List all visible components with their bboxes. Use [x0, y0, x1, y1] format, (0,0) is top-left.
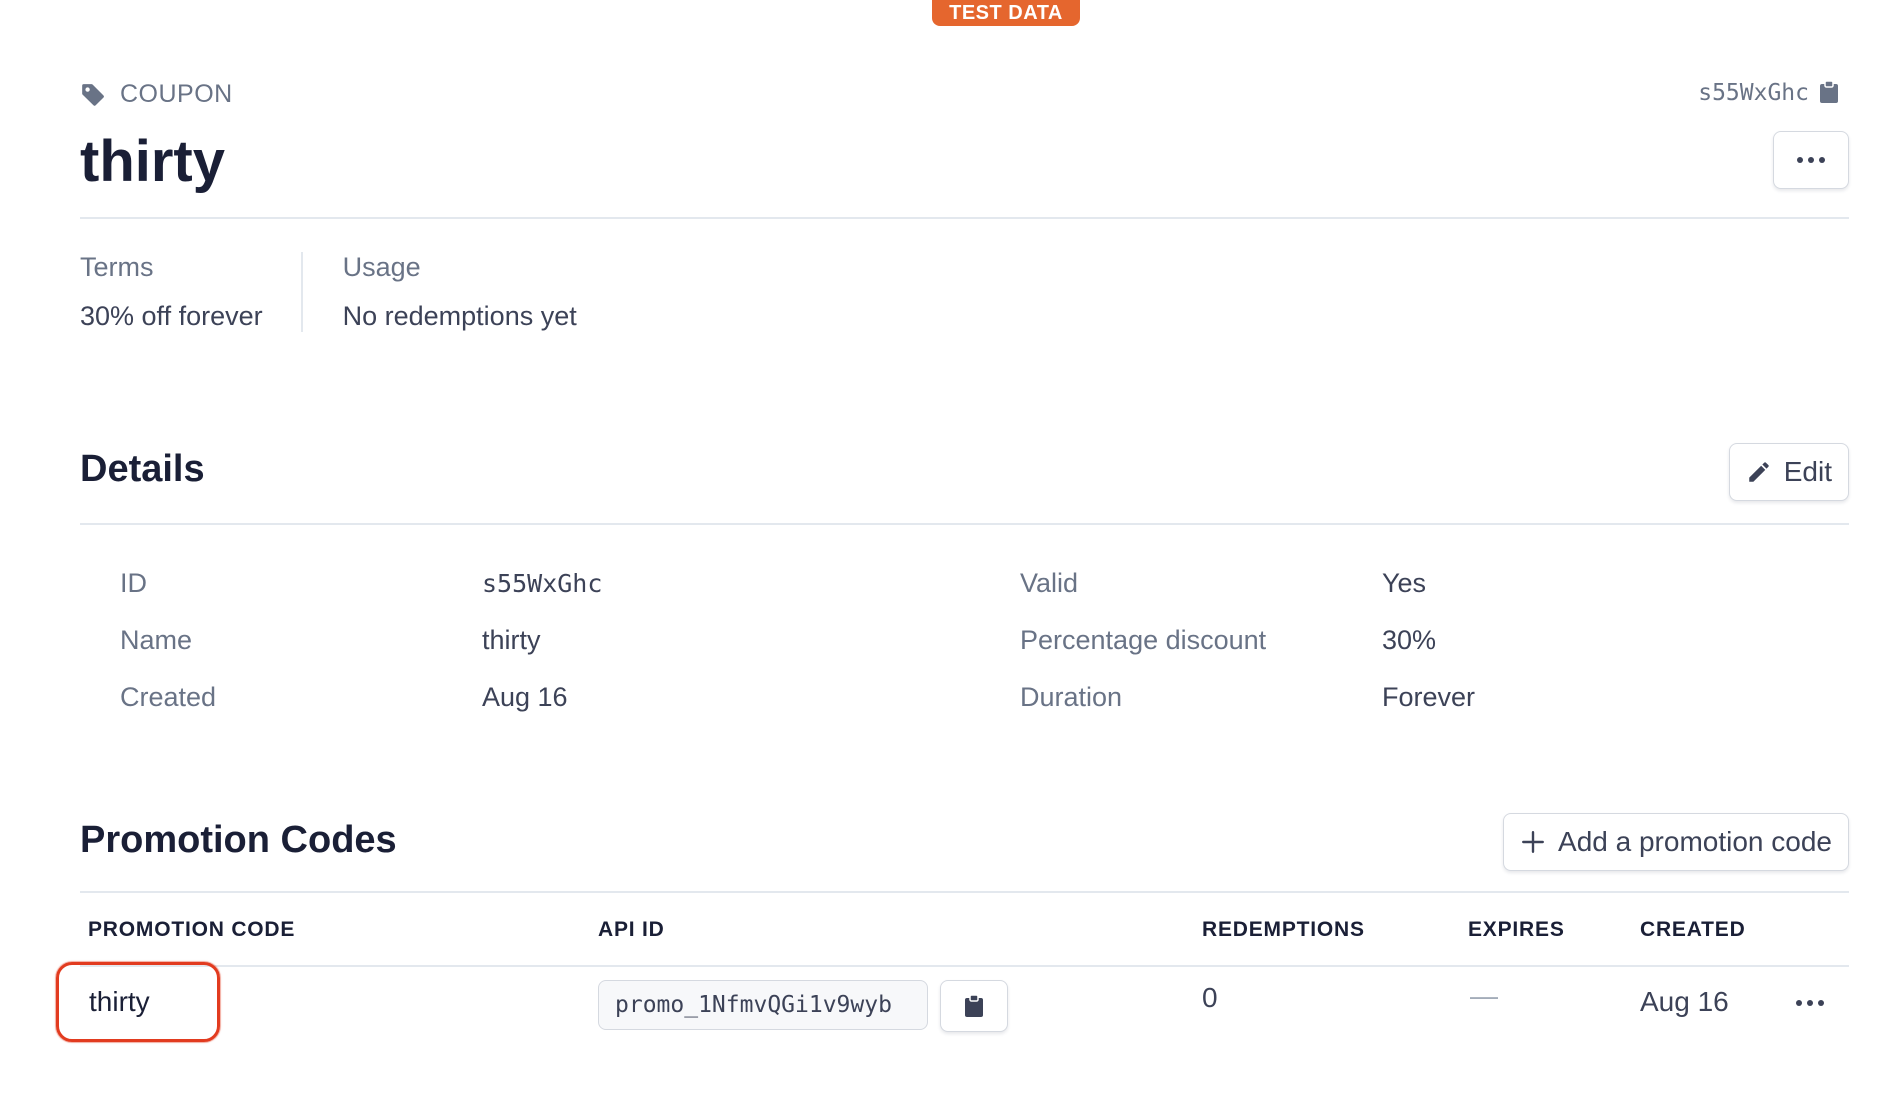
row-actions-button[interactable] [1796, 1000, 1824, 1006]
detail-value: thirty [482, 625, 541, 655]
column-header: EXPIRES [1468, 918, 1565, 941]
coupon-id-text: s55WxGhc [1698, 80, 1809, 106]
detail-label: Duration [1020, 682, 1123, 712]
details-divider [80, 523, 1849, 525]
object-kind-label: COUPON [120, 80, 233, 108]
detail-label: Name [120, 625, 193, 655]
terms-value: 30% off forever [80, 301, 263, 331]
promotion-codes-title: Promotion Codes [80, 819, 397, 861]
test-data-badge: TEST DATA [932, 0, 1080, 26]
detail-label: Valid [1020, 568, 1079, 598]
details-title: Details [80, 448, 205, 490]
summary-usage: Usage No redemptions yet [300, 252, 615, 332]
details-row: ID s55WxGhc Valid Yes [120, 555, 1849, 612]
copy-api-id-button[interactable] [940, 980, 1008, 1032]
detail-value: s55WxGhc [482, 569, 603, 598]
ellipsis-icon [1797, 157, 1803, 163]
add-promotion-code-label: Add a promotion code [1558, 826, 1832, 857]
promotions-divider [80, 891, 1849, 893]
detail-value: Forever [1382, 682, 1476, 712]
header-id[interactable]: s55WxGhc [1698, 80, 1841, 106]
redemptions-value: 0 [1202, 982, 1218, 1013]
column-header: REDEMPTIONS [1202, 918, 1365, 941]
edit-button[interactable]: Edit [1728, 443, 1849, 501]
object-kind: COUPON [80, 80, 233, 109]
api-id-field[interactable]: promo_1NfmvQGi1v9wyb [598, 980, 928, 1030]
summary-bar: Terms 30% off forever Usage No redemptio… [80, 252, 615, 332]
column-header: API ID [598, 918, 665, 941]
details-row: Name thirty Percentage discount 30% [120, 612, 1849, 669]
edit-label: Edit [1783, 456, 1832, 487]
detail-label: Created [120, 682, 217, 712]
detail-label: ID [120, 568, 147, 598]
tag-icon [80, 82, 106, 108]
promotions-table-header: PROMOTION CODE API ID REDEMPTIONS EXPIRE… [80, 918, 1849, 960]
plus-icon [1522, 831, 1544, 853]
promotion-code-highlighted[interactable]: thirty [56, 962, 220, 1042]
clipboard-icon [965, 994, 983, 1017]
created-value: Aug 16 [1640, 986, 1729, 1017]
table-header-divider [80, 965, 1849, 967]
more-actions-button[interactable] [1773, 131, 1849, 189]
details-grid: ID s55WxGhc Valid Yes Name thirty Percen… [120, 555, 1849, 726]
table-row[interactable]: thirty promo_1NfmvQGi1v9wyb 0 — Aug 16 [56, 962, 1849, 1050]
detail-value: Aug 16 [482, 682, 568, 712]
add-promotion-code-button[interactable]: Add a promotion code [1503, 813, 1849, 871]
column-header: CREATED [1640, 918, 1746, 941]
expires-value: — [1470, 980, 1498, 1011]
detail-label: Percentage discount [1020, 625, 1267, 655]
page-title: thirty [80, 129, 225, 194]
summary-terms: Terms 30% off forever [80, 252, 301, 332]
pencil-icon [1749, 462, 1769, 482]
usage-label: Usage [342, 252, 421, 282]
clipboard-icon[interactable] [1819, 80, 1841, 106]
usage-value: No redemptions yet [342, 301, 577, 331]
details-row: Created Aug 16 Duration Forever [120, 669, 1849, 726]
ellipsis-icon [1796, 1000, 1802, 1006]
detail-value: 30% [1382, 625, 1437, 655]
detail-value: Yes [1382, 568, 1427, 598]
terms-label: Terms [80, 252, 154, 282]
column-header: PROMOTION CODE [88, 918, 296, 941]
header-divider [80, 217, 1849, 219]
